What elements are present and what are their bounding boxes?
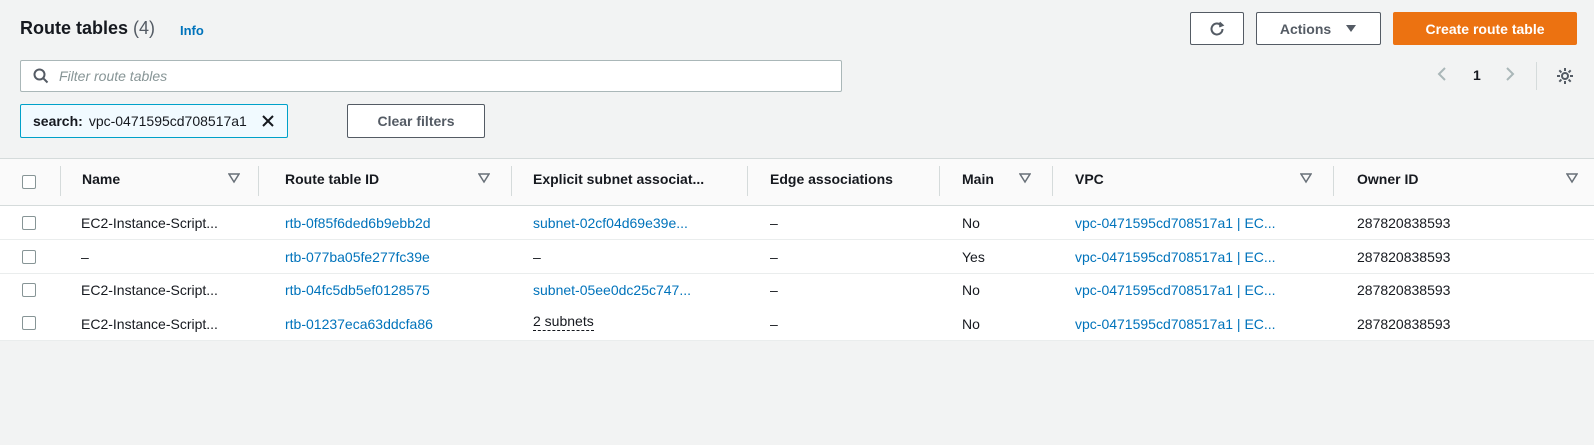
chevron-right-icon xyxy=(1506,67,1515,81)
main-value: No xyxy=(962,282,980,298)
route-table-id-link[interactable]: rtb-04fc5db5ef0128575 xyxy=(285,282,430,298)
actions-button[interactable]: Actions xyxy=(1256,12,1381,45)
next-page-button[interactable] xyxy=(1504,66,1516,85)
create-route-table-button[interactable]: Create route table xyxy=(1393,12,1577,45)
row-checkbox[interactable] xyxy=(22,216,36,230)
column-header-vpc[interactable]: VPC xyxy=(1075,171,1104,187)
info-link[interactable]: Info xyxy=(180,23,204,38)
main-value: No xyxy=(962,215,980,231)
sort-icon[interactable] xyxy=(228,172,240,184)
column-header-main[interactable]: Main xyxy=(962,171,994,187)
refresh-icon xyxy=(1210,21,1225,35)
owner-id-value: 287820838593 xyxy=(1357,282,1451,298)
search-icon xyxy=(33,68,49,84)
column-divider xyxy=(258,166,259,196)
filter-token: search: vpc-0471595cd708517a1 xyxy=(20,104,288,138)
route-table-name: EC2-Instance-Script... xyxy=(81,215,218,231)
edge-associations-value: – xyxy=(770,282,778,298)
page-title-text: Route tables xyxy=(20,18,129,38)
caret-down-icon xyxy=(1346,24,1357,32)
filter-input-container[interactable] xyxy=(20,60,842,92)
main-value: No xyxy=(962,316,980,332)
table-row[interactable] xyxy=(0,307,1594,341)
select-all-checkbox[interactable] xyxy=(22,175,36,189)
subnets-count-text: 2 subnets xyxy=(533,313,594,331)
page-number[interactable]: 1 xyxy=(1473,67,1481,83)
chevron-left-icon xyxy=(1437,67,1446,81)
column-divider xyxy=(939,166,940,196)
subnet-link[interactable]: subnet-02cf04d69e39e... xyxy=(533,215,688,231)
remove-filter-icon[interactable] xyxy=(261,114,275,128)
column-divider xyxy=(747,166,748,196)
route-table-name: – xyxy=(81,249,89,265)
subnet-value: – xyxy=(533,249,541,265)
column-header-explicit-subnet[interactable]: Explicit subnet associat... xyxy=(533,171,704,187)
row-checkbox[interactable] xyxy=(22,316,36,330)
row-checkbox[interactable] xyxy=(22,250,36,264)
row-checkbox[interactable] xyxy=(22,283,36,297)
edge-associations-value: – xyxy=(770,249,778,265)
vpc-link[interactable]: vpc-0471595cd708517a1 | EC... xyxy=(1075,249,1276,265)
column-header-owner-id[interactable]: Owner ID xyxy=(1357,171,1418,187)
table-row[interactable] xyxy=(0,240,1594,274)
refresh-button[interactable] xyxy=(1190,12,1244,45)
page-title: Route tables (4) xyxy=(20,18,155,39)
sort-icon[interactable] xyxy=(1019,172,1031,184)
vpc-link[interactable]: vpc-0471595cd708517a1 | EC... xyxy=(1075,282,1276,298)
clear-filters-button[interactable]: Clear filters xyxy=(347,104,485,138)
column-header-route-table-id[interactable]: Route table ID xyxy=(285,171,379,187)
sort-icon[interactable] xyxy=(1566,172,1578,184)
owner-id-value: 287820838593 xyxy=(1357,215,1451,231)
column-header-name[interactable]: Name xyxy=(82,171,120,187)
route-table-name: EC2-Instance-Script... xyxy=(81,316,218,332)
sort-icon[interactable] xyxy=(1300,172,1312,184)
filter-token-key: search: xyxy=(33,113,83,129)
route-table-id-link[interactable]: rtb-01237eca63ddcfa86 xyxy=(285,316,433,332)
route-table-id-link[interactable]: rtb-077ba05fe277fc39e xyxy=(285,249,430,265)
gear-icon xyxy=(1557,68,1573,84)
preferences-button[interactable] xyxy=(1555,66,1575,91)
previous-page-button[interactable] xyxy=(1436,66,1448,85)
owner-id-value: 287820838593 xyxy=(1357,316,1451,332)
column-divider xyxy=(511,166,512,196)
owner-id-value: 287820838593 xyxy=(1357,249,1451,265)
column-divider xyxy=(60,166,61,196)
sort-icon[interactable] xyxy=(478,172,490,184)
edge-associations-value: – xyxy=(770,316,778,332)
route-table-id-link[interactable]: rtb-0f85f6ded6b9ebb2d xyxy=(285,215,431,231)
column-divider xyxy=(1052,166,1053,196)
table-row[interactable] xyxy=(0,206,1594,240)
subnets-count-popover[interactable]: 2 subnets xyxy=(533,313,594,331)
main-value: Yes xyxy=(962,249,985,265)
route-table-name: EC2-Instance-Script... xyxy=(81,282,218,298)
column-header-edge-associations[interactable]: Edge associations xyxy=(770,171,893,187)
pagination-divider xyxy=(1536,62,1537,90)
vpc-link[interactable]: vpc-0471595cd708517a1 | EC... xyxy=(1075,316,1276,332)
subnet-link[interactable]: subnet-05ee0dc25c747... xyxy=(533,282,691,298)
edge-associations-value: – xyxy=(770,215,778,231)
actions-label: Actions xyxy=(1279,20,1332,37)
filter-input[interactable] xyxy=(57,67,821,85)
table-row[interactable] xyxy=(0,274,1594,308)
route-table-count: (4) xyxy=(133,18,156,38)
column-divider xyxy=(1333,166,1334,196)
vpc-link[interactable]: vpc-0471595cd708517a1 | EC... xyxy=(1075,215,1276,231)
filter-token-value: vpc-0471595cd708517a1 xyxy=(88,113,247,129)
